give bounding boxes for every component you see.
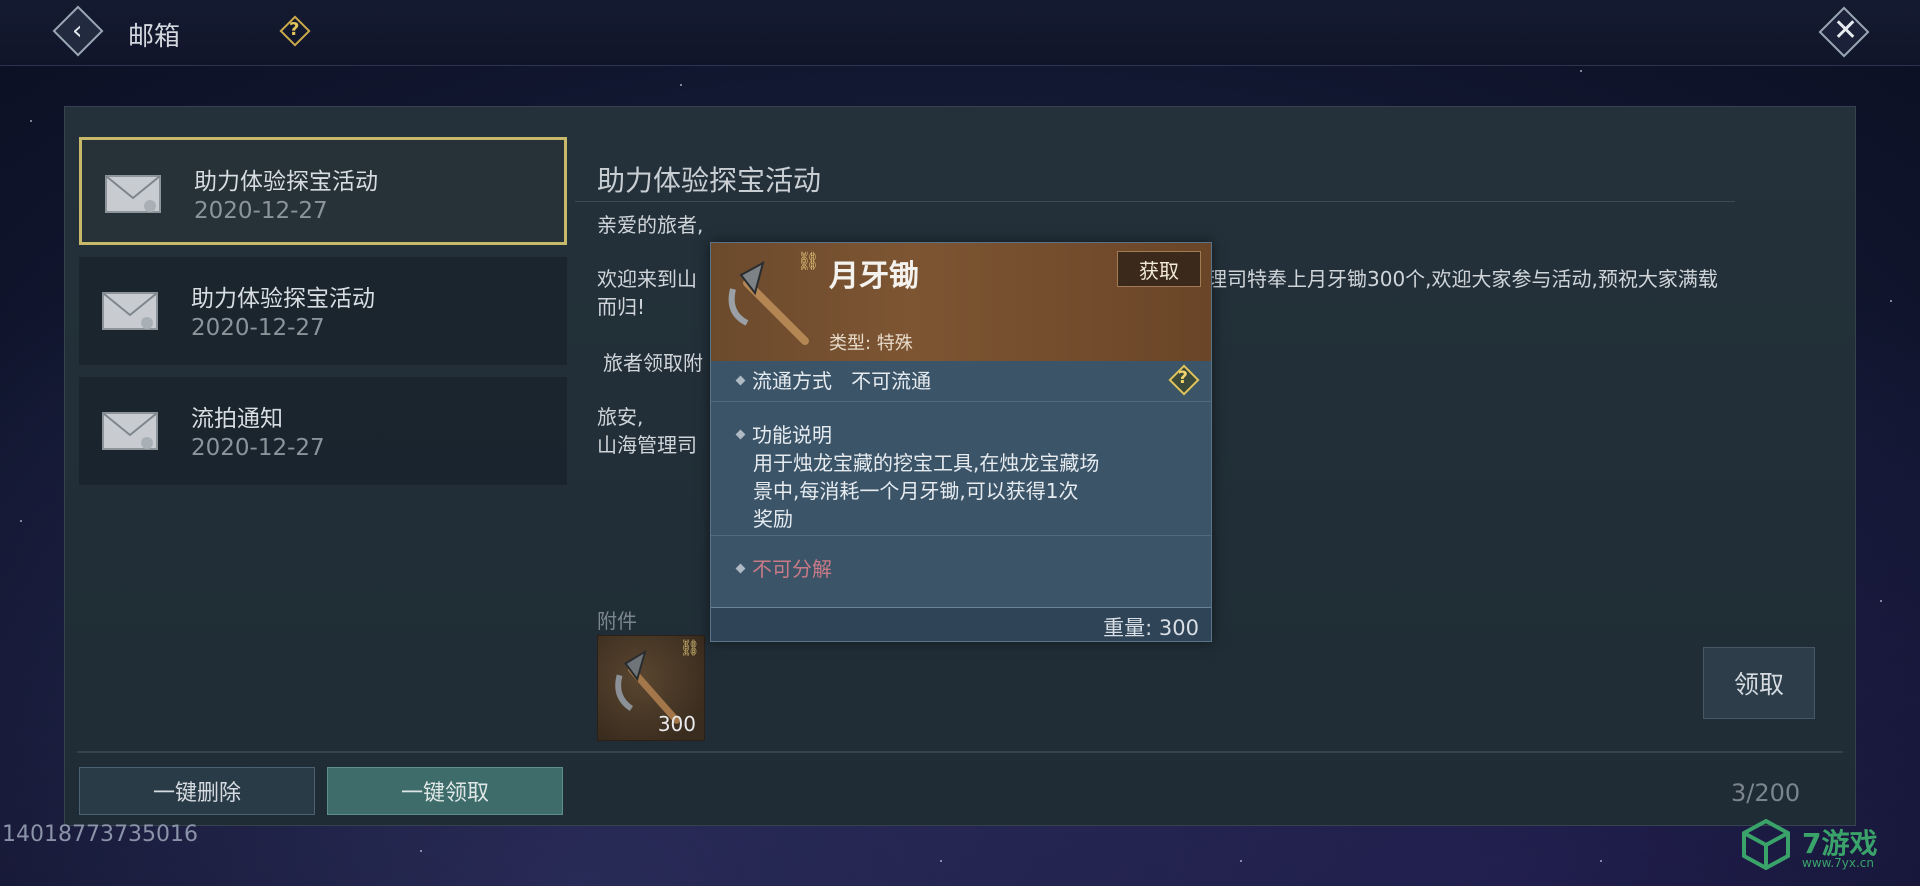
mail-body-line: 欢迎来到山 <box>597 267 697 291</box>
mail-list-item[interactable]: 流拍通知 2020-12-27 <box>79 377 567 485</box>
function-text-line: 景中,每消耗一个月牙锄,可以获得1次 <box>753 479 1079 503</box>
user-id: 14018773735016 <box>2 822 198 847</box>
item-tooltip: ⛓ 月牙锄 获取 类型: 特殊 流通方式 不可流通 ? 功能说明 用于烛龙宝藏的… <box>710 242 1212 642</box>
diamond-bullet-icon <box>735 563 746 574</box>
diamond-bullet-icon <box>735 429 746 440</box>
get-button[interactable]: 获取 <box>1117 251 1201 287</box>
divider <box>575 201 1735 202</box>
mail-title: 流拍通知 <box>191 406 283 432</box>
divider <box>77 751 1843 753</box>
divider <box>711 401 1211 402</box>
diamond-bullet-icon <box>735 375 746 386</box>
close-button[interactable]: ✕ <box>1816 4 1872 60</box>
circulation-row: 流通方式 不可流通 <box>735 365 932 394</box>
attachment-slot[interactable]: ⛓ 300 <box>597 635 705 741</box>
mail-body-line: 旅者领取附 <box>603 351 703 375</box>
tooltip-help-button[interactable]: ? <box>1168 364 1200 396</box>
mail-sender: 山海管理司 <box>597 433 697 457</box>
function-row: 功能说明 <box>735 419 832 448</box>
function-text-line: 奖励 <box>753 507 793 531</box>
watermark-logo: 7游戏 www.7yx.cn <box>1740 816 1920 876</box>
link-icon: ⛓ <box>679 638 700 657</box>
cube-logo-icon <box>1742 818 1790 870</box>
not-decomposable-row: 不可分解 <box>735 553 832 582</box>
claim-button[interactable]: 领取 <box>1703 647 1815 719</box>
item-weight: 重量: 300 <box>1103 616 1199 640</box>
circulation-value: 不可流通 <box>851 369 932 393</box>
mail-signoff: 旅安, <box>597 405 644 429</box>
envelope-icon <box>105 175 161 213</box>
back-arrow-icon: ‹ <box>72 16 83 46</box>
delete-all-button[interactable]: 一键删除 <box>79 767 315 815</box>
tooltip-header: ⛓ 月牙锄 获取 类型: 特殊 <box>711 243 1211 361</box>
mail-greeting: 亲爱的旅者, <box>597 213 704 237</box>
watermark-url: www.7yx.cn <box>1802 856 1875 870</box>
mail-body-line: 理司特奉上月牙锄300个,欢迎大家参与活动,预祝大家满载 <box>1207 267 1718 291</box>
mail-detail-title: 助力体验探宝活动 <box>597 164 822 197</box>
mail-body-line: 而归! <box>597 295 646 319</box>
mail-list-item[interactable]: 助力体验探宝活动 2020-12-27 <box>79 137 567 245</box>
back-button[interactable]: ‹ <box>50 5 106 57</box>
mail-date: 2020-12-27 <box>191 435 325 461</box>
function-label: 功能说明 <box>752 423 832 447</box>
question-icon: ? <box>289 19 300 40</box>
envelope-icon <box>102 292 158 330</box>
item-type: 类型: 特殊 <box>829 333 913 354</box>
circulation-label: 流通方式 <box>752 369 832 393</box>
mail-counter: 3/200 <box>1731 779 1801 807</box>
mail-title: 助力体验探宝活动 <box>194 169 378 195</box>
link-icon: ⛓ <box>797 251 820 272</box>
mail-title: 助力体验探宝活动 <box>191 286 375 312</box>
envelope-icon <box>102 412 158 450</box>
top-bar: ‹ 邮箱 ? ✕ <box>0 0 1920 66</box>
page-title: 邮箱 <box>128 22 181 52</box>
weight-bar: 重量: 300 <box>711 607 1211 641</box>
item-name: 月牙锄 <box>829 259 919 294</box>
claim-all-button[interactable]: 一键领取 <box>327 767 563 815</box>
question-icon: ? <box>1178 368 1188 388</box>
mail-date: 2020-12-27 <box>191 315 325 341</box>
function-text-line: 用于烛龙宝藏的挖宝工具,在烛龙宝藏场 <box>753 451 1100 475</box>
mail-list-item[interactable]: 助力体验探宝活动 2020-12-27 <box>79 257 567 365</box>
mail-date: 2020-12-27 <box>194 198 328 224</box>
not-decomposable-label: 不可分解 <box>752 557 832 581</box>
help-button[interactable]: ? <box>279 15 311 47</box>
attachments-label: 附件 <box>597 609 637 633</box>
attachment-count: 300 <box>657 712 696 736</box>
divider <box>711 535 1211 536</box>
close-icon: ✕ <box>1833 13 1859 48</box>
